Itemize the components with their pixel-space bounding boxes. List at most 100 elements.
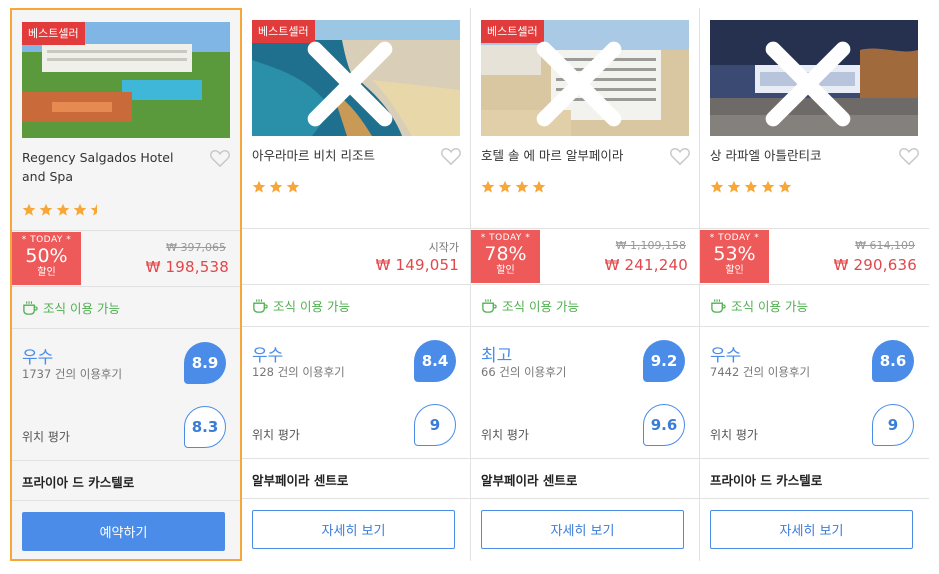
half-star-icon (90, 203, 97, 216)
divider (700, 284, 929, 285)
current-price[interactable]: ₩ 149,051 (376, 256, 459, 274)
location-score: 9 (872, 404, 914, 446)
details-button[interactable]: 자세히 보기 (710, 510, 913, 549)
heart-icon[interactable] (669, 146, 691, 166)
coffee-cup-icon (253, 298, 268, 313)
hotel-photo[interactable]: 베스트셀러 (252, 20, 460, 136)
star-icon (481, 180, 495, 193)
details-button[interactable]: 자세히 보기 (481, 510, 684, 549)
hotel-card-3[interactable]: 베스트셀러 호텔 솔 에 마르 알부페이라 * TODAY * 78% 할인 ₩… (471, 8, 700, 561)
close-icon[interactable] (252, 26, 454, 136)
divider (471, 284, 699, 285)
divider (471, 458, 699, 459)
original-price: ₩ 1,109,158 (615, 239, 686, 252)
deal-badge: * TODAY * 78% 할인 (471, 230, 540, 283)
breakfast-label: 조식 이용 가능 (43, 301, 120, 316)
rating-word: 우수 (710, 346, 742, 366)
divider (12, 328, 240, 329)
hotel-name[interactable]: 아우라마르 비치 리조트 (252, 146, 427, 165)
discount-percent: 50% (25, 245, 68, 267)
today-label: * TODAY * (709, 233, 760, 243)
star-rating (481, 180, 546, 194)
star-icon (286, 180, 300, 193)
location-rating-label: 위치 평가 (22, 430, 70, 444)
star-icon (22, 203, 36, 216)
hotel-name[interactable]: 상 라파엘 아틀란티코 (710, 146, 885, 165)
hotel-photo[interactable] (710, 20, 918, 136)
review-score: 8.4 (414, 340, 456, 382)
today-label: * TODAY * (480, 233, 531, 243)
star-icon (252, 180, 266, 193)
divider (471, 498, 699, 499)
hotel-photo[interactable]: 베스트셀러 (22, 22, 230, 138)
today-label: * TODAY * (21, 235, 72, 245)
heart-icon[interactable] (440, 146, 462, 166)
coffee-cup-icon (711, 298, 726, 313)
close-icon[interactable] (481, 26, 683, 136)
breakfast-info: 조식 이용 가능 (481, 296, 579, 315)
location-score: 8.3 (184, 406, 226, 448)
hotel-name[interactable]: 호텔 솔 에 마르 알부페이라 (481, 146, 656, 165)
heart-icon[interactable] (898, 146, 920, 166)
divider (242, 458, 470, 459)
current-price[interactable]: ₩ 198,538 (146, 258, 229, 276)
deal-badge: * TODAY * 50% 할인 (12, 232, 81, 285)
breakfast-label: 조식 이용 가능 (502, 299, 579, 314)
original-price: ₩ 614,109 (855, 239, 915, 252)
review-count[interactable]: 7442 건의 이용후기 (710, 364, 810, 380)
divider (700, 326, 929, 327)
location-score: 9.6 (643, 404, 685, 446)
star-icon (744, 180, 758, 193)
location-rating-label: 위치 평가 (252, 428, 300, 442)
star-icon (710, 180, 724, 193)
review-score: 8.6 (872, 340, 914, 382)
divider (12, 230, 240, 231)
review-count[interactable]: 1737 건의 이용후기 (22, 366, 122, 382)
divider (471, 228, 699, 229)
discount-label: 할인 (496, 265, 515, 276)
discount-label: 할인 (725, 265, 744, 276)
heart-icon[interactable] (209, 148, 231, 168)
book-button[interactable]: 예약하기 (22, 512, 225, 551)
divider (700, 228, 929, 229)
area-name: 프라이아 드 카스텔로 (22, 475, 135, 490)
review-count[interactable]: 128 건의 이용후기 (252, 364, 345, 380)
current-price[interactable]: ₩ 290,636 (834, 256, 917, 274)
hotel-card-2[interactable]: 베스트셀러 아우라마르 비치 리조트 시작가 ₩ 149,051 조식 이용 가… (242, 8, 471, 561)
star-rating (710, 180, 792, 194)
breakfast-info: 조식 이용 가능 (22, 298, 120, 317)
discount-percent: 78% (484, 243, 527, 265)
star-icon (39, 203, 53, 216)
bestseller-badge: 베스트셀러 (22, 22, 85, 45)
close-icon[interactable] (710, 26, 912, 136)
location-rating-label: 위치 평가 (710, 428, 758, 442)
coffee-cup-icon (482, 298, 497, 313)
hotel-photo[interactable]: 베스트셀러 (481, 20, 689, 136)
breakfast-info: 조식 이용 가능 (710, 296, 808, 315)
divider (700, 458, 929, 459)
review-count[interactable]: 66 건의 이용후기 (481, 364, 566, 380)
divider (471, 326, 699, 327)
star-icon (532, 180, 546, 193)
divider (12, 286, 240, 287)
breakfast-label: 조식 이용 가능 (273, 299, 350, 314)
hotel-card-4[interactable]: 상 라파엘 아틀란티코 * TODAY * 53% 할인 ₩ 614,109 ₩… (700, 8, 929, 561)
area-name: 알부페이라 센트로 (252, 473, 349, 488)
rating-word: 우수 (22, 348, 54, 368)
divider (242, 228, 470, 229)
star-icon (56, 203, 70, 216)
breakfast-info: 조식 이용 가능 (252, 296, 350, 315)
hotel-name[interactable]: Regency Salgados Hotel and Spa (22, 148, 197, 186)
divider (12, 460, 240, 461)
star-icon (727, 180, 741, 193)
current-price[interactable]: ₩ 241,240 (605, 256, 688, 274)
star-icon (498, 180, 512, 193)
hotel-card-1[interactable]: 베스트셀러 Regency Salgados Hotel and Spa * T… (10, 8, 242, 561)
deal-badge: * TODAY * 53% 할인 (700, 230, 769, 283)
location-score: 9 (414, 404, 456, 446)
original-price: ₩ 397,065 (166, 241, 226, 254)
star-icon (778, 180, 792, 193)
coffee-cup-icon (23, 300, 38, 315)
star-icon (73, 203, 87, 216)
details-button[interactable]: 자세히 보기 (252, 510, 455, 549)
